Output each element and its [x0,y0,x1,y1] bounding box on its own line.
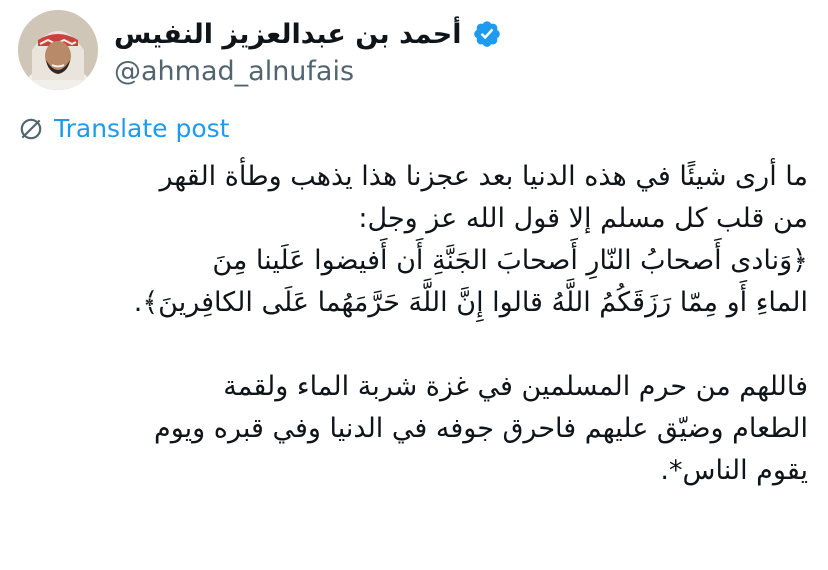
author-handle[interactable]: @ahmad_alnufais [114,56,354,87]
post-line: يقوم الناس*. [660,455,808,486]
post-line: فاللهم من حرم المسلمين في غزة شربة الماء… [223,371,808,402]
post-header: أحمد بن عبدالعزيز النفيس @ahmad_alnufais [18,10,818,98]
post-line: ما أرى شيئًا في هذه الدنيا بعد عجزنا هذا… [159,161,808,192]
globe-icon [20,118,42,139]
author-display-name[interactable]: أحمد بن عبدالعزيز النفيس [114,19,462,50]
avatar[interactable] [18,10,98,90]
post-text: ما أرى شيئًا في هذه الدنيا بعد عجزنا هذا… [18,156,808,492]
post-line: ﴿وَنادى أَصحابُ النّارِ أَصحابَ الجَنَّة… [212,245,808,276]
translate-post-link[interactable]: Translate post [18,114,229,143]
post-line: من قلب كل مسلم إلا قول الله عز وجل: [358,203,808,234]
avatar-image [18,10,98,90]
post-line: الطعام وضيّق عليهم فاحرق جوفه في الدنيا … [154,413,808,444]
post-line: الماءِ أَو مِمّا رَزَقَكُمُ اللَّهُ قالو… [133,287,808,318]
name-row: أحمد بن عبدالعزيز النفيس [114,14,502,54]
verified-badge-icon [473,21,500,47]
translate-post-label: Translate post [54,114,230,143]
